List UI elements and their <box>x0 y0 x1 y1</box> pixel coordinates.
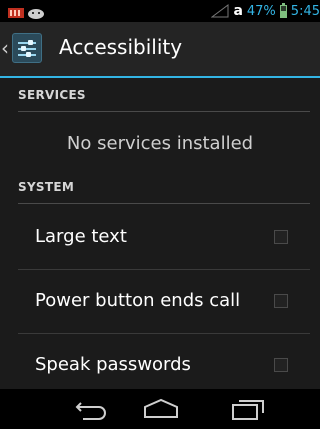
recent-apps-icon <box>232 400 264 420</box>
home-button[interactable] <box>136 395 186 423</box>
section-header-system: SYSTEM <box>18 180 310 204</box>
setting-label: Speak passwords <box>35 354 191 375</box>
navigation-bar <box>0 389 320 429</box>
section-header-services: SERVICES <box>18 88 310 112</box>
back-button[interactable] <box>66 395 116 423</box>
large-text-checkbox[interactable] <box>274 230 288 244</box>
setting-label: Power button ends call <box>35 290 241 311</box>
signal-icon <box>211 4 229 18</box>
android-icon <box>28 9 44 19</box>
page-title: Accessibility <box>59 35 183 59</box>
no-services-message: No services installed <box>66 133 254 154</box>
carrier-glyph: a <box>233 3 243 19</box>
notification-icons <box>8 8 44 19</box>
action-bar: ‹ Accessibility <box>0 22 320 78</box>
recent-apps-button[interactable] <box>222 395 272 423</box>
setting-large-text[interactable]: Large text <box>18 206 310 270</box>
status-indicators: a 47% 5:45 <box>211 2 320 20</box>
status-time: 5:45 <box>290 3 320 19</box>
back-icon <box>75 402 106 420</box>
setting-label: Large text <box>35 226 127 247</box>
setting-power-button-ends-call[interactable]: Power button ends call <box>18 270 310 334</box>
battery-icon <box>279 2 287 18</box>
power-button-ends-call-checkbox[interactable] <box>274 294 288 308</box>
speak-passwords-checkbox[interactable] <box>274 358 288 372</box>
status-bar: a 47% 5:45 <box>0 0 320 22</box>
notification-icon <box>8 8 24 18</box>
home-icon <box>144 398 178 418</box>
battery-percent: 47% <box>246 3 276 19</box>
accessibility-settings-icon[interactable] <box>12 33 42 63</box>
